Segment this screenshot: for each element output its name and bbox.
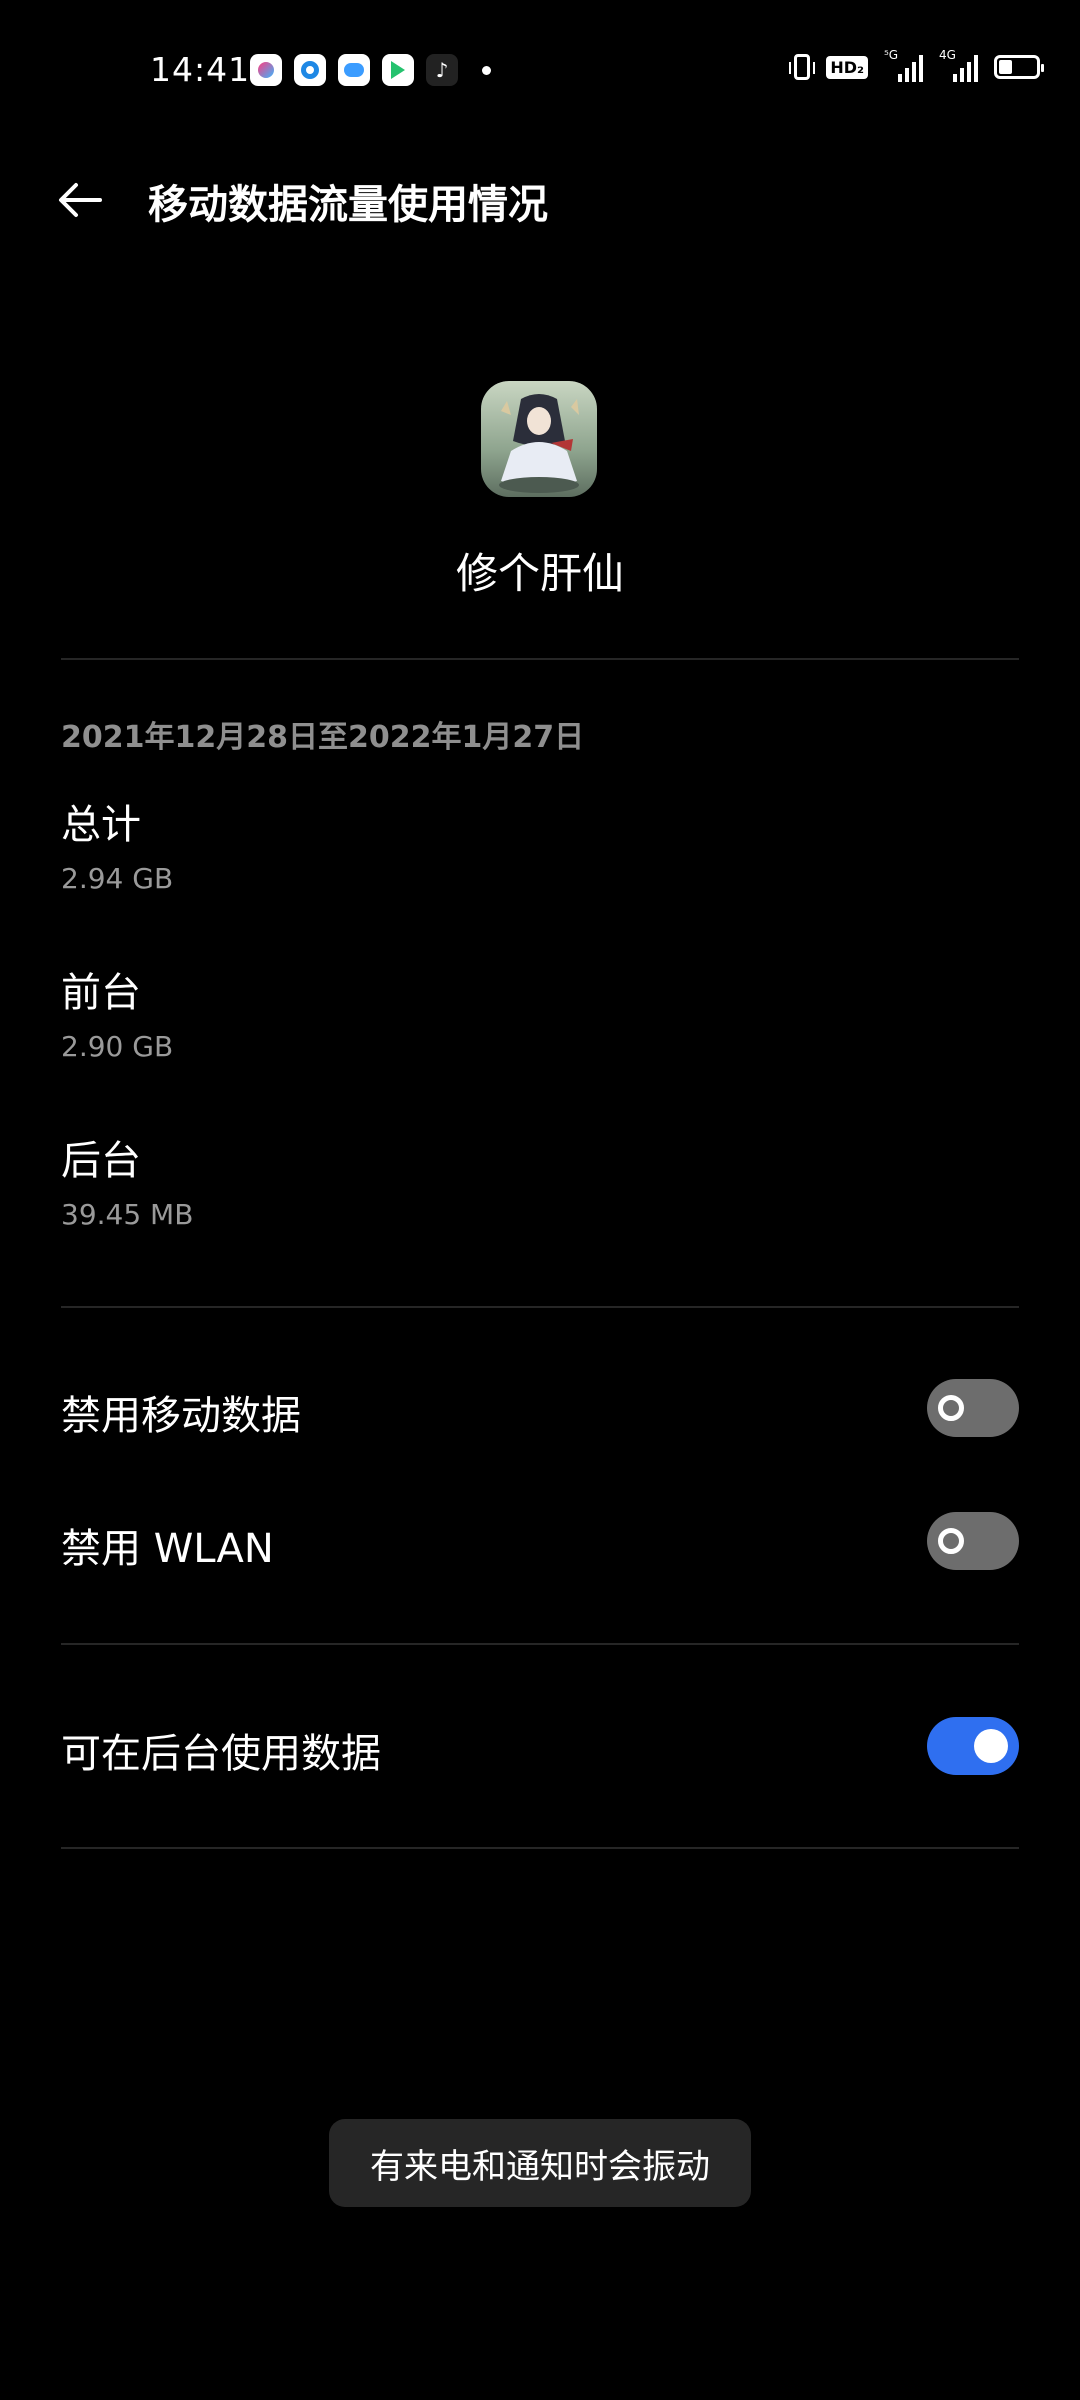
blue-ring-app-icon [294,54,326,86]
app-name: 修个肝仙 [455,549,624,598]
battery-level [999,60,1012,74]
disable-mobile-data-label: 禁用移动数据 [61,1393,301,1439]
page-title: 移动数据流量使用情况 [148,182,548,228]
disable-mobile-data-row[interactable]: 禁用移动数据 [61,1369,1019,1449]
signal-4g-icon: 4G [939,48,978,82]
notification-icons: ♪ [250,54,491,86]
stat-value: 2.94 GB [61,862,174,895]
disable-wlan-label: 禁用 WLAN [61,1526,274,1572]
toggle-knob [938,1528,964,1554]
status-time: 14:41 [150,50,251,89]
signal-4g-label: 4G [939,48,956,62]
background-data-row[interactable]: 可在后台使用数据 [61,1707,1019,1787]
toggle-knob [974,1729,1008,1763]
tiktok-icon: ♪ [426,54,458,86]
background-data-toggle[interactable] [927,1717,1019,1775]
arrow-left-icon [59,183,102,217]
hd-voice-icon: HD₂ [826,55,868,79]
stat-label: 后台 [61,1138,141,1184]
toggle-knob [938,1395,964,1421]
divider [61,1847,1019,1849]
stat-total: 总计 2.94 GB [61,800,173,896]
stat-label: 前台 [61,970,141,1016]
status-bar: 14:41 ♪ HD₂ ⁵G 4G [0,0,1080,140]
video-app-icon [382,54,414,86]
app-icon [481,381,597,497]
youku-icon [250,54,282,86]
stat-background: 后台 39.45 MB [61,1136,193,1232]
signal-5g-icon: ⁵G [884,48,923,82]
background-data-label: 可在后台使用数据 [61,1731,381,1777]
app-bar: 移动数据流量使用情况 [0,150,1080,250]
stat-label: 总计 [61,802,141,848]
system-icons: HD₂ ⁵G 4G [789,48,1044,82]
battery-icon [994,55,1044,79]
stat-foreground: 前台 2.90 GB [61,968,173,1064]
vibrate-icon [789,54,816,80]
date-range: 2021年12月28日至2022年1月27日 [61,720,585,755]
divider [61,1306,1019,1308]
back-button[interactable] [48,170,112,230]
more-notifications-dot-icon [482,65,491,75]
disable-wlan-row[interactable]: 禁用 WLAN [61,1502,1019,1582]
disable-wlan-toggle[interactable] [927,1512,1019,1570]
signal-5g-label: ⁵G [884,48,899,62]
stat-value: 39.45 MB [61,1198,194,1231]
divider [61,1643,1019,1645]
stat-value: 2.90 GB [61,1030,174,1063]
divider [61,658,1019,660]
cloud-app-icon [338,54,370,86]
vibrate-toast: 有来电和通知时会振动 [329,2119,751,2207]
disable-mobile-data-toggle[interactable] [927,1379,1019,1437]
